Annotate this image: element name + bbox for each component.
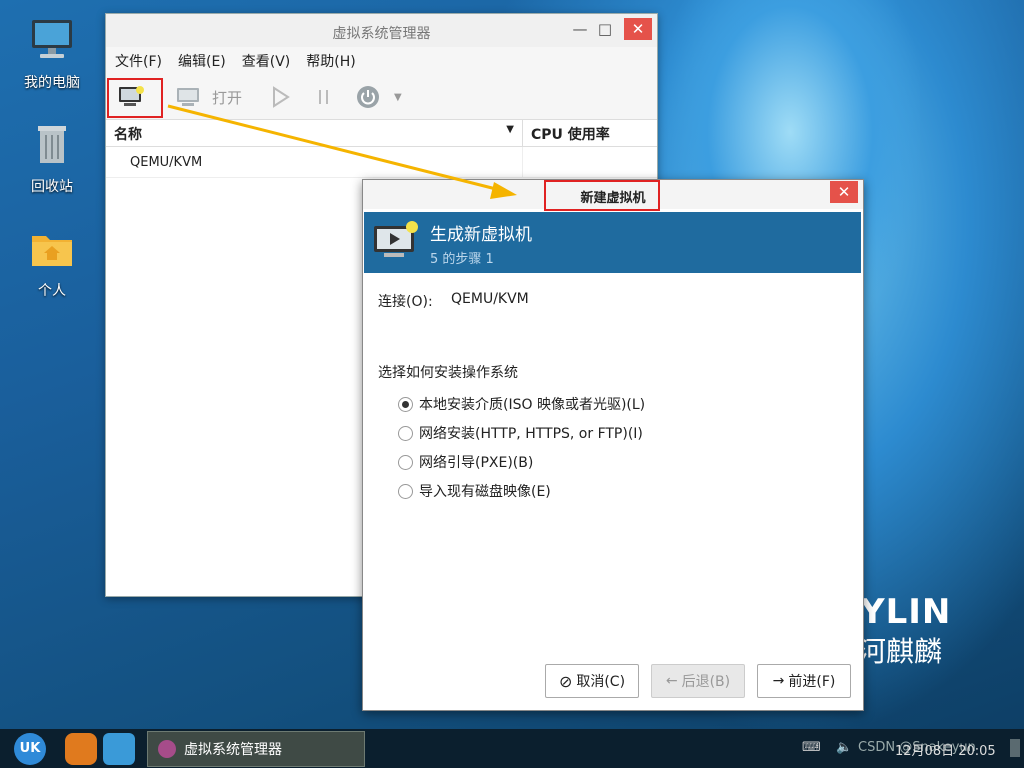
- install-option-network[interactable]: 网络安装(HTTP, HTTPS, or FTP)(I): [398, 423, 643, 443]
- window-titlebar[interactable]: 虚拟系统管理器 — □ ✕: [106, 14, 657, 47]
- cancel-button[interactable]: ⊘ 取消(C): [545, 664, 639, 698]
- arrow-left-icon: ←: [665, 673, 678, 689]
- vm-list-header: 名称 ▼ CPU 使用率: [106, 120, 657, 147]
- install-prompt: 选择如何安装操作系统: [378, 365, 518, 381]
- taskbar: UK 虚拟系统管理器 ⌨ 🔈 CSDN @Snakeyun 12月08日 20:…: [0, 729, 1024, 768]
- pause-icon: [319, 90, 328, 104]
- new-vm-dialog: 新建虚拟机 ✕ 生成新虚拟机 5 的步骤 1 连接(O): QEMU/KVM 选…: [362, 179, 864, 711]
- minimize-button[interactable]: —: [566, 18, 594, 40]
- highlight-box: [544, 180, 660, 211]
- new-vm-button[interactable]: [118, 83, 146, 111]
- back-label: 后退(B): [681, 674, 731, 690]
- chevron-down-icon[interactable]: ▼: [394, 92, 402, 103]
- desktop-icon-my-computer[interactable]: 我的电脑: [12, 16, 92, 92]
- dialog-titlebar[interactable]: 新建虚拟机 ✕: [363, 180, 863, 211]
- install-option-import-disk[interactable]: 导入现有磁盘映像(E): [398, 481, 551, 501]
- radio-unchecked-icon: [398, 483, 413, 499]
- dialog-step: 5 的步骤 1: [430, 252, 494, 267]
- clock[interactable]: 12月08日 20:05: [895, 740, 996, 759]
- column-cpu[interactable]: CPU 使用率: [523, 120, 618, 146]
- menu-file[interactable]: 文件(F): [115, 51, 162, 71]
- task-label: 虚拟系统管理器: [184, 742, 282, 758]
- desktop-icon-label: 我的电脑: [24, 75, 80, 91]
- install-option-label: 本地安装介质(ISO 映像或者光驱)(L): [419, 397, 646, 413]
- menu-bar: 文件(F) 编辑(E) 查看(V) 帮助(H): [106, 47, 657, 75]
- wallpaper-brand-cn: 河麒麟: [858, 635, 943, 668]
- dialog-close-button[interactable]: ✕: [830, 181, 858, 203]
- install-option-local-media[interactable]: 本地安装介质(ISO 映像或者光驱)(L): [398, 394, 645, 414]
- desktop-icon-trash[interactable]: 回收站: [12, 120, 92, 196]
- show-desktop-button[interactable]: [1010, 739, 1020, 757]
- computer-icon: [32, 20, 72, 58]
- table-row[interactable]: QEMU/KVM: [106, 147, 657, 178]
- desktop-icon-label: 回收站: [31, 179, 73, 195]
- desktop-icon-home[interactable]: 个人: [12, 224, 92, 300]
- forward-button[interactable]: → 前进(F): [757, 664, 851, 698]
- menu-view[interactable]: 查看(V): [242, 51, 291, 71]
- home-folder-icon: [32, 236, 72, 266]
- volume-icon[interactable]: 🔈: [836, 740, 852, 755]
- column-name[interactable]: 名称 ▼: [106, 120, 523, 146]
- radio-unchecked-icon: [398, 425, 413, 441]
- column-cpu-label: CPU 使用率: [531, 127, 610, 143]
- sort-arrow-icon: ▼: [506, 124, 514, 135]
- dialog-header: 生成新虚拟机: [430, 225, 532, 245]
- wallpaper-brand-latin: YLIN: [860, 592, 952, 632]
- power-icon: [357, 86, 379, 108]
- run-button[interactable]: [271, 83, 291, 111]
- start-menu-icon[interactable]: UK: [14, 733, 46, 765]
- install-option-pxe[interactable]: 网络引导(PXE)(B): [398, 452, 533, 472]
- radio-unchecked-icon: [398, 454, 413, 470]
- open-label: 打开: [212, 88, 243, 107]
- cancel-label: 取消(C): [576, 674, 626, 690]
- forward-label: 前进(F): [788, 674, 836, 690]
- cancel-icon: ⊘: [558, 671, 573, 691]
- play-icon: [273, 86, 290, 108]
- back-button[interactable]: ← 后退(B): [651, 664, 745, 698]
- connection-label: 连接(O):: [378, 294, 433, 310]
- firefox-icon[interactable]: [65, 733, 97, 765]
- new-vm-icon: [119, 86, 144, 106]
- close-button[interactable]: ✕: [624, 18, 652, 40]
- desktop-icon-label: 个人: [38, 283, 66, 299]
- file-manager-icon[interactable]: [103, 733, 135, 765]
- taskbar-task-virt-manager[interactable]: 虚拟系统管理器: [147, 731, 365, 767]
- arrow-right-icon: →: [772, 673, 785, 689]
- maximize-button[interactable]: □: [591, 18, 619, 40]
- row-name: QEMU/KVM: [130, 154, 203, 170]
- connection-value: QEMU/KVM: [451, 291, 529, 307]
- new-vm-icon: [374, 221, 418, 257]
- toolbar: 打开 ▼: [106, 75, 657, 120]
- dialog-banner: 生成新虚拟机 5 的步骤 1: [364, 212, 861, 273]
- install-option-label: 网络安装(HTTP, HTTPS, or FTP)(I): [419, 426, 643, 442]
- column-name-label: 名称: [114, 127, 142, 143]
- menu-help[interactable]: 帮助(H): [306, 51, 355, 71]
- trash-icon: [38, 126, 66, 163]
- keyboard-icon[interactable]: ⌨: [802, 740, 821, 755]
- virt-manager-app-icon: [158, 740, 176, 758]
- monitor-icon: [177, 88, 199, 106]
- install-option-label: 网络引导(PXE)(B): [419, 455, 534, 471]
- pause-button[interactable]: [316, 83, 332, 111]
- open-button[interactable]: 打开: [176, 83, 242, 111]
- row-cpu: [522, 147, 523, 177]
- menu-edit[interactable]: 编辑(E): [178, 51, 226, 71]
- shutdown-button[interactable]: ▼: [356, 83, 402, 111]
- radio-checked-icon: [398, 396, 413, 412]
- install-option-label: 导入现有磁盘映像(E): [419, 484, 551, 500]
